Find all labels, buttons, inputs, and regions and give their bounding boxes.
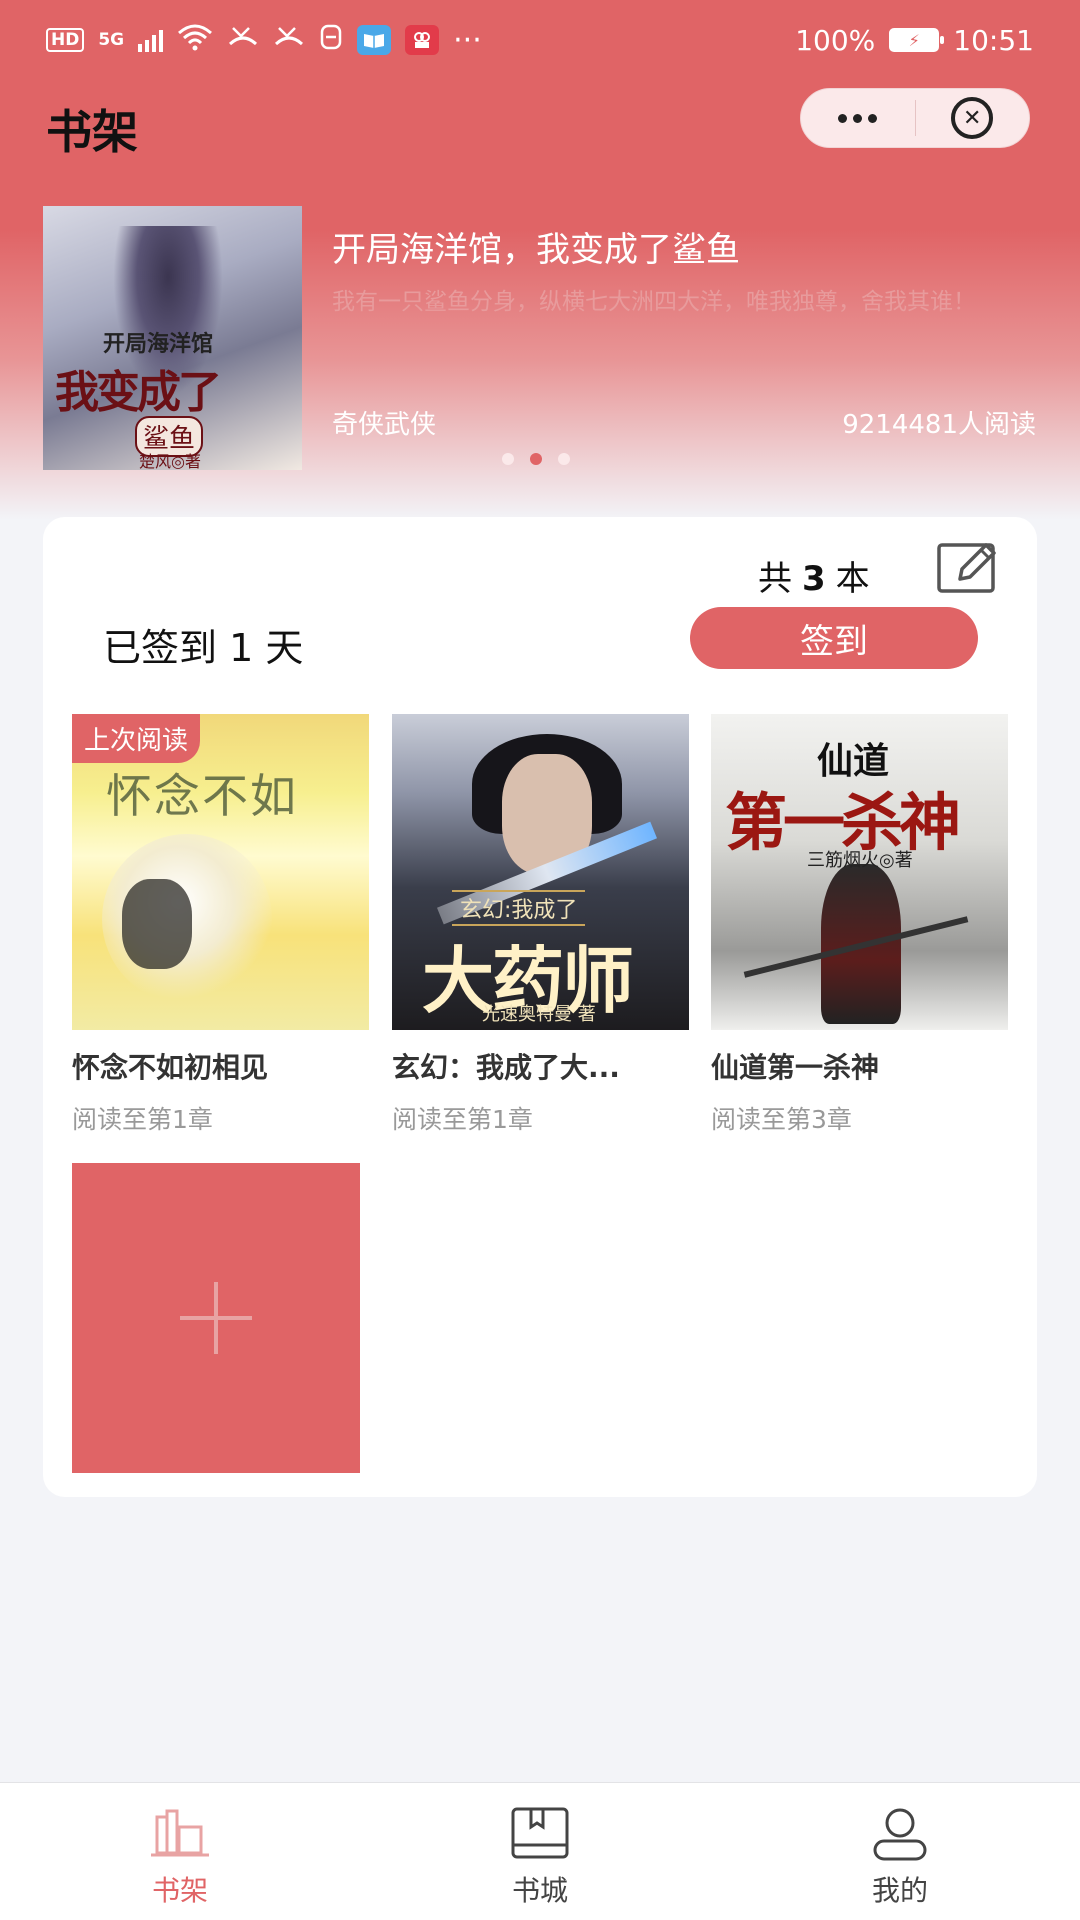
pager-dot-active[interactable]	[530, 453, 542, 465]
mini-program-capsule: ✕	[800, 88, 1030, 148]
tab-profile[interactable]: 我的	[720, 1783, 1080, 1920]
book-store-icon	[511, 1807, 569, 1859]
book-count-suffix: 本	[835, 559, 870, 599]
book-progress: 阅读至第1章	[72, 1105, 213, 1134]
hd-icon: HD	[46, 28, 85, 52]
page-title: 书架	[46, 105, 138, 159]
capsule-more-button[interactable]	[801, 89, 915, 147]
tab-bookshelf[interactable]: 书架	[0, 1783, 360, 1920]
network-type: 5G	[98, 30, 125, 50]
reader-app-icon	[357, 25, 392, 55]
book-item[interactable]: 仙道 第一杀神 三筋烟火◎著 仙道第一杀神 阅读至第3章	[711, 714, 1008, 1136]
tab-label: 我的	[871, 1874, 928, 1907]
tab-book-store[interactable]: 书城	[360, 1783, 720, 1920]
book-item[interactable]: 怀念不如 上次阅读 怀念不如初相见 阅读至第1章	[72, 714, 369, 1136]
tab-label: 书架	[151, 1874, 208, 1907]
banner-book-description: 我有一只鲨鱼分身，纵横七大洲四大洋，唯我独尊，舍我其谁！	[332, 289, 976, 315]
battery-icon: ⚡	[889, 28, 945, 52]
status-left: HD 5G ···	[46, 23, 482, 58]
cover-subtitle: 玄幻:我成了	[452, 890, 586, 926]
add-book-button[interactable]	[72, 1163, 360, 1473]
cover-line-2: 我变成了	[55, 367, 222, 418]
plus-icon	[180, 1282, 252, 1354]
wifi-icon	[177, 23, 213, 58]
missed-call-icon	[227, 24, 259, 57]
clock: 10:51	[953, 23, 1034, 57]
book-progress: 阅读至第3章	[711, 1105, 852, 1134]
last-read-badge: 上次阅读	[72, 714, 201, 763]
banner-book-genre: 奇侠武侠	[332, 410, 437, 440]
banner-book-title[interactable]: 开局海洋馆，我变成了鲨鱼	[332, 222, 740, 271]
more-notifications-icon: ···	[453, 22, 482, 58]
cover-line-1: 开局海洋馆	[103, 332, 214, 357]
capsule-close-button[interactable]: ✕	[916, 89, 1030, 147]
edit-shelf-button[interactable]	[936, 539, 1000, 595]
banner-book-cover[interactable]: 开局海洋馆 我变成了 鲨鱼 楚风◎著	[43, 206, 302, 470]
book-count: 共3本	[758, 551, 870, 600]
pager-dot[interactable]	[558, 453, 570, 465]
book-count-prefix: 共	[758, 559, 792, 599]
book-title: 仙道第一杀神	[711, 1051, 880, 1084]
bookshelf-icon	[151, 1809, 209, 1857]
banner-reader-count: 9214481人阅读	[842, 410, 1036, 440]
book-progress: 阅读至第1章	[392, 1105, 533, 1134]
book-cover[interactable]: 怀念不如 上次阅读	[72, 714, 369, 1030]
tab-label: 书城	[511, 1874, 568, 1907]
book-count-value: 3	[802, 559, 826, 599]
cover-author: 楚风◎著	[139, 452, 201, 470]
signal-icon	[138, 28, 164, 52]
signin-button[interactable]: 签到	[690, 607, 978, 669]
status-right: 100% ⚡ 10:51	[795, 24, 1034, 57]
cover-author: 光速奥特曼 著	[482, 1004, 596, 1025]
sim-icon	[319, 23, 343, 58]
more-dots-icon	[838, 113, 878, 123]
missed-call-icon-2	[273, 24, 305, 57]
profile-icon	[873, 1808, 927, 1861]
bottom-tab-bar: 书架 书城 我的	[0, 1782, 1080, 1920]
cover-art-figure	[122, 879, 192, 969]
close-icon: ✕	[951, 97, 994, 139]
battery-percent: 100%	[795, 23, 876, 57]
book-cover[interactable]: 玄幻:我成了 大药师 光速奥特曼 著	[392, 714, 689, 1030]
edit-icon	[937, 543, 996, 593]
book-cover[interactable]: 仙道 第一杀神 三筋烟火◎著	[711, 714, 1008, 1030]
book-title: 玄幻：我成了大...	[392, 1051, 620, 1084]
pager-dot[interactable]	[502, 453, 514, 465]
cover-author: 三筋烟火◎著	[807, 850, 913, 871]
cover-title: 怀念不如	[106, 769, 298, 823]
book-item[interactable]: 玄幻:我成了 大药师 光速奥特曼 著 玄幻：我成了大... 阅读至第1章	[392, 714, 689, 1136]
bookshelf-card: 共3本 已签到 1 天 签到 怀念不如 上次阅读 怀念不如初相见 阅读至第1章 …	[43, 517, 1037, 1497]
banner-pager	[502, 453, 570, 465]
signin-status: 已签到 1 天	[103, 626, 304, 670]
video-app-icon	[405, 25, 440, 55]
book-title: 怀念不如初相见	[72, 1051, 269, 1084]
status-bar: HD 5G ··· 100% ⚡ 10:51	[0, 0, 1080, 80]
